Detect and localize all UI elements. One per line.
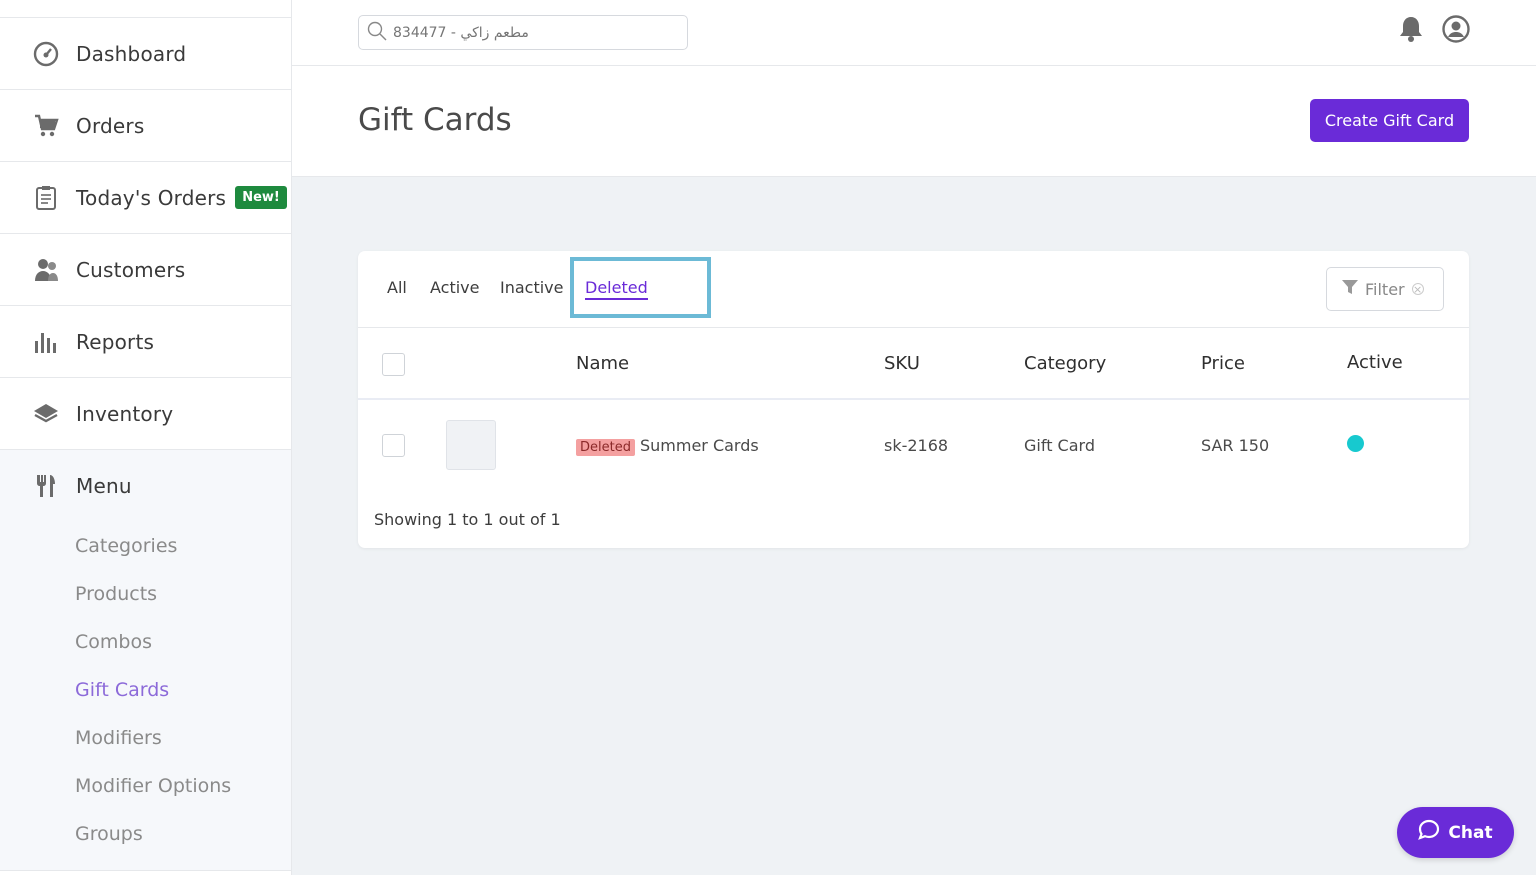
column-header-category[interactable]: Category [1024, 353, 1106, 374]
row-name-cell: Deleted Summer Cards [576, 436, 759, 456]
sidebar-item-customers[interactable]: Customers [0, 234, 291, 306]
sidebar-item-menu[interactable]: Menu [0, 450, 291, 522]
submenu-item-modifier-options[interactable]: Modifier Options [0, 762, 291, 810]
page-title: Gift Cards [358, 102, 512, 138]
sidebar-item-label: Inventory [76, 401, 174, 426]
customers-icon [32, 256, 60, 284]
table-row[interactable]: Deleted Summer Cards sk-2168 Gift Card SA… [358, 400, 1469, 492]
column-header-price[interactable]: Price [1201, 353, 1245, 374]
sidebar: Dashboard Orders Today's Orders New! Cus… [0, 0, 292, 875]
deleted-tag: Deleted [576, 439, 635, 456]
clipboard-icon [32, 184, 60, 212]
filter-label: Filter [1365, 279, 1405, 299]
sidebar-item-label: Orders [76, 113, 145, 138]
select-all-checkbox[interactable] [382, 353, 405, 376]
clear-filter-icon[interactable]: × [1411, 283, 1424, 295]
sidebar-top-divider [0, 0, 291, 18]
create-gift-card-button[interactable]: Create Gift Card [1310, 99, 1469, 142]
column-header-name[interactable]: Name [576, 353, 629, 374]
chat-label: Chat [1448, 822, 1493, 843]
sidebar-item-label: Today's Orders [76, 185, 227, 210]
column-header-active[interactable]: Active [1347, 352, 1403, 373]
chat-bubble-icon [1418, 819, 1440, 846]
submenu-item-products[interactable]: Products [0, 570, 291, 618]
sidebar-item-orders[interactable]: Orders [0, 90, 291, 162]
search-input[interactable] [393, 24, 673, 41]
status-tabs: All Active Inactive Deleted Filter × [358, 251, 1469, 328]
submenu-item-combos[interactable]: Combos [0, 618, 291, 666]
filter-button[interactable]: Filter × [1326, 267, 1444, 311]
chat-button[interactable]: Chat [1397, 807, 1514, 858]
pagination-summary: Showing 1 to 1 out of 1 [374, 510, 561, 529]
gift-cards-table-card: All Active Inactive Deleted Filter × Nam… [358, 251, 1469, 548]
top-bar [292, 0, 1536, 66]
tab-inactive[interactable]: Inactive [500, 278, 564, 297]
layers-icon [32, 400, 60, 428]
row-price: SAR 150 [1201, 436, 1270, 455]
search-box[interactable] [358, 15, 688, 50]
cart-icon [32, 112, 60, 140]
submenu-item-modifiers[interactable]: Modifiers [0, 714, 291, 762]
sidebar-item-inventory[interactable]: Inventory [0, 378, 291, 450]
page-header: Gift Cards Create Gift Card [292, 66, 1536, 177]
product-thumbnail [446, 420, 496, 470]
tab-deleted[interactable]: Deleted [585, 278, 648, 300]
search-icon [367, 21, 387, 45]
sidebar-item-reports[interactable]: Reports [0, 306, 291, 378]
row-category: Gift Card [1024, 436, 1095, 455]
submenu-item-categories[interactable]: Categories [0, 522, 291, 570]
top-icons [1398, 15, 1470, 47]
active-status-dot [1347, 435, 1364, 452]
row-checkbox[interactable] [382, 434, 405, 457]
funnel-icon [1341, 279, 1359, 299]
user-avatar-icon[interactable] [1442, 15, 1470, 47]
menu-section: Menu Categories Products Combos Gift Car… [0, 450, 291, 871]
row-sku: sk-2168 [884, 436, 949, 455]
sidebar-item-dashboard[interactable]: Dashboard [0, 18, 291, 90]
table-header: Name SKU Category Price Active [358, 328, 1469, 400]
sidebar-item-label: Customers [76, 257, 186, 282]
sidebar-item-todays-orders[interactable]: Today's Orders New! [0, 162, 291, 234]
sidebar-item-label: Reports [76, 329, 155, 354]
bar-chart-icon [32, 328, 60, 356]
sidebar-item-label: Menu [76, 474, 132, 498]
submenu-item-gift-cards[interactable]: Gift Cards [0, 666, 291, 714]
tab-active[interactable]: Active [430, 278, 480, 297]
sidebar-item-label: Dashboard [76, 41, 187, 66]
column-header-sku[interactable]: SKU [884, 353, 920, 374]
bell-icon[interactable] [1398, 15, 1424, 47]
new-badge: New! [235, 186, 287, 209]
fork-knife-icon [32, 472, 60, 500]
row-name: Summer Cards [639, 436, 759, 455]
submenu-item-groups[interactable]: Groups [0, 810, 291, 858]
tab-all[interactable]: All [387, 278, 407, 297]
dashboard-gauge-icon [32, 40, 60, 68]
